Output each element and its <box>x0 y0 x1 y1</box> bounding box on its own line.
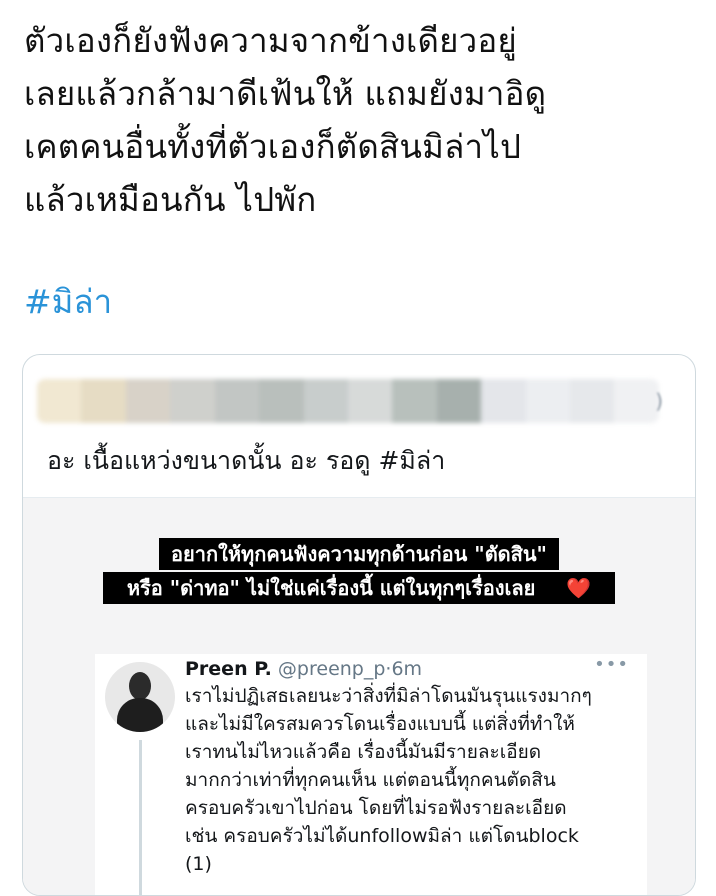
author-name: Preen P. <box>185 658 272 680</box>
embedded-tweet-line: (1) <box>185 853 212 875</box>
blur-block <box>614 379 659 423</box>
blurred-edge-glyph: ) <box>655 389 663 413</box>
blur-block <box>570 379 615 423</box>
caption-line-2: หรือ "ด่าทอ" ไม่ใช่แค่เรื่องนี้ แต่ในทุก… <box>23 572 695 604</box>
blur-block <box>170 379 215 423</box>
blurred-author-header <box>37 379 659 423</box>
blur-block <box>259 379 304 423</box>
blur-block <box>37 379 82 423</box>
heart-icon: ❤️ <box>554 572 604 604</box>
blur-block <box>81 379 126 423</box>
quoted-media-image[interactable]: อยากให้ทุกคนฟังความทุกด้านก่อน "ตัดสิน" … <box>23 497 695 895</box>
blur-block <box>525 379 571 423</box>
avatar-head-shape <box>129 672 151 700</box>
blur-block <box>214 379 260 423</box>
caption-line-1: อยากให้ทุกคนฟังความทุกด้านก่อน "ตัดสิน" <box>23 538 695 570</box>
caption-text-2-body: หรือ "ด่าทอ" ไม่ใช่แค่เรื่องนี้ แต่ในทุก… <box>114 572 548 604</box>
blur-block <box>481 379 526 423</box>
tweet-line: เลยแล้วกล้ามาดีเฟ้นให้ แถมยังมาอิดู <box>24 74 547 113</box>
more-options-icon: ••• <box>594 654 629 675</box>
tweet-text: ตัวเองก็ยังฟังความจากข้างเดียวอยู่ เลยแล… <box>24 14 694 226</box>
caption-text-1: อยากให้ทุกคนฟังความทุกด้านก่อน "ตัดสิน" <box>159 538 559 570</box>
thread-line <box>139 740 142 895</box>
embedded-tweet-line: เราทนไม่ไหวแล้วคือ เรื่องนี้มันมีรายละเอ… <box>185 741 542 763</box>
timestamp: 6m <box>391 658 423 680</box>
embedded-tweet-screenshot: Preen P. @preenp_p·6m ••• เราไม่ปฏิเสธเล… <box>95 654 647 895</box>
embedded-tweet-line: เราไม่ปฏิเสธเลยนะว่าสิ่งที่มิล่าโดนมันรุ… <box>185 685 592 707</box>
hashtag-link[interactable]: #มิล่า <box>24 280 112 324</box>
tweet-line: ตัวเองก็ยังฟังความจากข้างเดียวอยู่ <box>24 21 517 60</box>
blur-block <box>125 379 171 423</box>
blur-block <box>347 379 393 423</box>
avatar-body-shape <box>117 698 163 732</box>
caption-text-2: หรือ "ด่าทอ" ไม่ใช่แค่เรื่องนี้ แต่ในทุก… <box>102 572 616 604</box>
quoted-tweet-text: อะ เนื้อแหว่งขนาดนั้น อะ รอดู #มิล่า <box>47 446 446 475</box>
tweet-line: แล้วเหมือนกัน ไปพัก <box>24 180 317 219</box>
blur-block <box>436 379 482 423</box>
blur-block <box>303 379 348 423</box>
embedded-tweet-line: และไม่มีใครสมควรโดนเรื่องแบบนี้ แต่สิ่งท… <box>185 713 575 735</box>
quoted-tweet-card[interactable]: ) อะ เนื้อแหว่งขนาดนั้น อะ รอดู #มิล่า อ… <box>22 354 696 896</box>
author-handle: @preenp_p <box>277 658 386 680</box>
embedded-tweet-line: เช่น ครอบครัวไม่ได้unfollowมิล่า แต่โดนb… <box>185 825 579 847</box>
tweet-line: เคตคนอื่นทั้งที่ตัวเองก็ตัดสินมิล่าไป <box>24 127 522 166</box>
embedded-tweet-line: มากกว่าเท่าที่ทุกคนเห็น แต่ตอนนี้ทุกคนตั… <box>185 769 556 791</box>
avatar <box>105 662 175 732</box>
embedded-tweet-header: Preen P. @preenp_p·6m <box>185 656 422 682</box>
embedded-tweet-line: ครอบครัวเขาไปก่อน โดยที่ไม่รอฟังรายละเอี… <box>185 797 567 819</box>
blur-block <box>392 379 437 423</box>
embedded-tweet-body: เราไม่ปฏิเสธเลยนะว่าสิ่งที่มิล่าโดนมันรุ… <box>185 682 635 878</box>
